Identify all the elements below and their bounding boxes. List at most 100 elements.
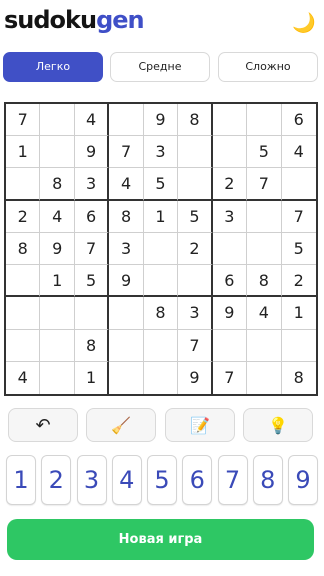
board-cell[interactable]: 7 bbox=[109, 136, 144, 169]
board-cell[interactable]: 8 bbox=[143, 297, 179, 330]
board-cell[interactable] bbox=[281, 330, 316, 362]
board-cell[interactable] bbox=[212, 104, 248, 137]
board-cell[interactable]: 6 bbox=[281, 104, 316, 137]
board-cell[interactable] bbox=[40, 297, 75, 330]
board-cell[interactable]: 1 bbox=[75, 361, 110, 394]
board-cell[interactable] bbox=[6, 168, 41, 201]
board-cell[interactable]: 3 bbox=[178, 297, 213, 330]
board-cell[interactable]: 1 bbox=[281, 297, 316, 330]
board-cell[interactable] bbox=[109, 104, 144, 137]
numpad-key-1[interactable]: 1 bbox=[6, 455, 36, 505]
board-cell[interactable] bbox=[40, 104, 75, 137]
board-cell[interactable]: 9 bbox=[178, 361, 213, 394]
board-cell[interactable] bbox=[109, 297, 144, 330]
board-cell[interactable]: 5 bbox=[143, 168, 179, 201]
board-cell[interactable] bbox=[247, 104, 282, 137]
board-cell[interactable] bbox=[109, 361, 144, 394]
board-cell[interactable]: 4 bbox=[6, 361, 41, 394]
numpad-key-7[interactable]: 7 bbox=[217, 455, 248, 505]
board-cell[interactable] bbox=[212, 136, 248, 169]
board-cell[interactable] bbox=[178, 168, 213, 201]
board-cell[interactable] bbox=[6, 297, 41, 330]
app-logo[interactable]: sudokugen bbox=[4, 6, 145, 34]
board-cell[interactable] bbox=[247, 200, 282, 233]
board-cell[interactable]: 8 bbox=[282, 362, 316, 394]
difficulty-easy-button[interactable]: Легко bbox=[3, 52, 103, 82]
board-cell[interactable] bbox=[6, 329, 41, 362]
board-cell[interactable]: 8 bbox=[74, 329, 110, 362]
numpad-key-4[interactable]: 4 bbox=[111, 455, 142, 505]
board-cell[interactable]: 2 bbox=[6, 200, 41, 233]
board-cell[interactable]: 7 bbox=[213, 361, 248, 394]
board-cell[interactable]: 8 bbox=[40, 168, 75, 201]
board-cell[interactable] bbox=[143, 265, 179, 298]
board-cell[interactable]: 9 bbox=[40, 232, 75, 266]
board-cell[interactable]: 4 bbox=[281, 136, 316, 169]
board-cell[interactable]: 5 bbox=[74, 265, 110, 298]
board-cell[interactable]: 4 bbox=[247, 297, 282, 330]
board-cell[interactable]: 3 bbox=[74, 168, 110, 201]
moon-icon[interactable]: 🌙 bbox=[292, 12, 316, 34]
numpad-key-8[interactable]: 8 bbox=[252, 455, 283, 505]
board-cell[interactable]: 9 bbox=[109, 265, 144, 298]
board-cell[interactable]: 5 bbox=[281, 233, 316, 266]
board-cell[interactable] bbox=[247, 232, 282, 266]
board-cell[interactable]: 9 bbox=[74, 136, 110, 169]
hint-button[interactable]: 💡 bbox=[243, 408, 313, 442]
board-cell[interactable]: 7 bbox=[74, 232, 110, 266]
board-cell[interactable]: 4 bbox=[40, 200, 75, 233]
new-game-button[interactable]: Новая игра bbox=[7, 519, 314, 560]
board-cell[interactable] bbox=[40, 329, 75, 362]
board-cell[interactable] bbox=[212, 329, 248, 362]
board-cell[interactable]: 1 bbox=[40, 265, 75, 298]
numpad-key-9[interactable]: 9 bbox=[288, 455, 318, 505]
board-cell[interactable]: 8 bbox=[247, 265, 282, 298]
board-cell[interactable]: 2 bbox=[281, 265, 316, 298]
board-cell[interactable] bbox=[40, 361, 75, 394]
board-cell[interactable] bbox=[144, 361, 179, 394]
board-cell[interactable] bbox=[143, 232, 179, 266]
undo-button[interactable]: ↶ bbox=[8, 408, 78, 442]
board-cell[interactable] bbox=[143, 329, 179, 362]
board-cell[interactable]: 8 bbox=[178, 104, 213, 137]
erase-button[interactable]: 🧹 bbox=[86, 408, 156, 442]
board-cell[interactable]: 2 bbox=[178, 232, 213, 266]
board-cell[interactable]: 1 bbox=[143, 200, 179, 233]
difficulty-medium-button[interactable]: Средне bbox=[110, 52, 210, 82]
notes-button[interactable]: 📝 bbox=[165, 408, 235, 442]
board-cell[interactable] bbox=[178, 265, 213, 298]
board-cell[interactable]: 9 bbox=[212, 297, 248, 330]
board-cell[interactable] bbox=[281, 168, 316, 201]
difficulty-hard-button[interactable]: Сложно bbox=[218, 52, 318, 82]
board-cell[interactable] bbox=[247, 361, 282, 394]
board-cell[interactable]: 4 bbox=[74, 104, 110, 137]
board-cell[interactable]: 7 bbox=[178, 329, 213, 362]
numpad-key-5[interactable]: 5 bbox=[147, 455, 177, 505]
board-cell[interactable] bbox=[178, 136, 213, 169]
board-cell[interactable]: 2 bbox=[212, 168, 248, 201]
board-cell[interactable]: 5 bbox=[247, 136, 282, 169]
board-cell[interactable]: 7 bbox=[6, 104, 41, 137]
board-cell[interactable]: 1 bbox=[6, 136, 41, 169]
board-cell[interactable]: 7 bbox=[247, 168, 282, 201]
numpad-key-3[interactable]: 3 bbox=[76, 455, 107, 505]
board-cell[interactable] bbox=[212, 232, 248, 266]
board-cell[interactable] bbox=[247, 329, 282, 362]
board-cell[interactable] bbox=[40, 136, 75, 169]
board-cell[interactable]: 9 bbox=[143, 104, 179, 137]
numpad-key-2[interactable]: 2 bbox=[41, 455, 72, 505]
board-cell[interactable]: 5 bbox=[178, 200, 213, 233]
board-cell[interactable]: 4 bbox=[109, 168, 144, 201]
board-cell[interactable] bbox=[109, 329, 144, 362]
board-cell[interactable]: 7 bbox=[281, 201, 316, 233]
board-cell[interactable]: 8 bbox=[6, 232, 41, 266]
board-cell[interactable]: 3 bbox=[109, 232, 144, 266]
board-cell[interactable]: 8 bbox=[109, 200, 144, 233]
board-cell[interactable]: 3 bbox=[143, 136, 179, 169]
numpad-key-6[interactable]: 6 bbox=[182, 455, 213, 505]
board-cell[interactable]: 6 bbox=[212, 265, 248, 298]
board-cell[interactable]: 6 bbox=[74, 200, 110, 233]
board-cell[interactable] bbox=[6, 265, 41, 298]
board-cell[interactable] bbox=[74, 297, 110, 330]
board-cell[interactable]: 3 bbox=[212, 200, 248, 233]
